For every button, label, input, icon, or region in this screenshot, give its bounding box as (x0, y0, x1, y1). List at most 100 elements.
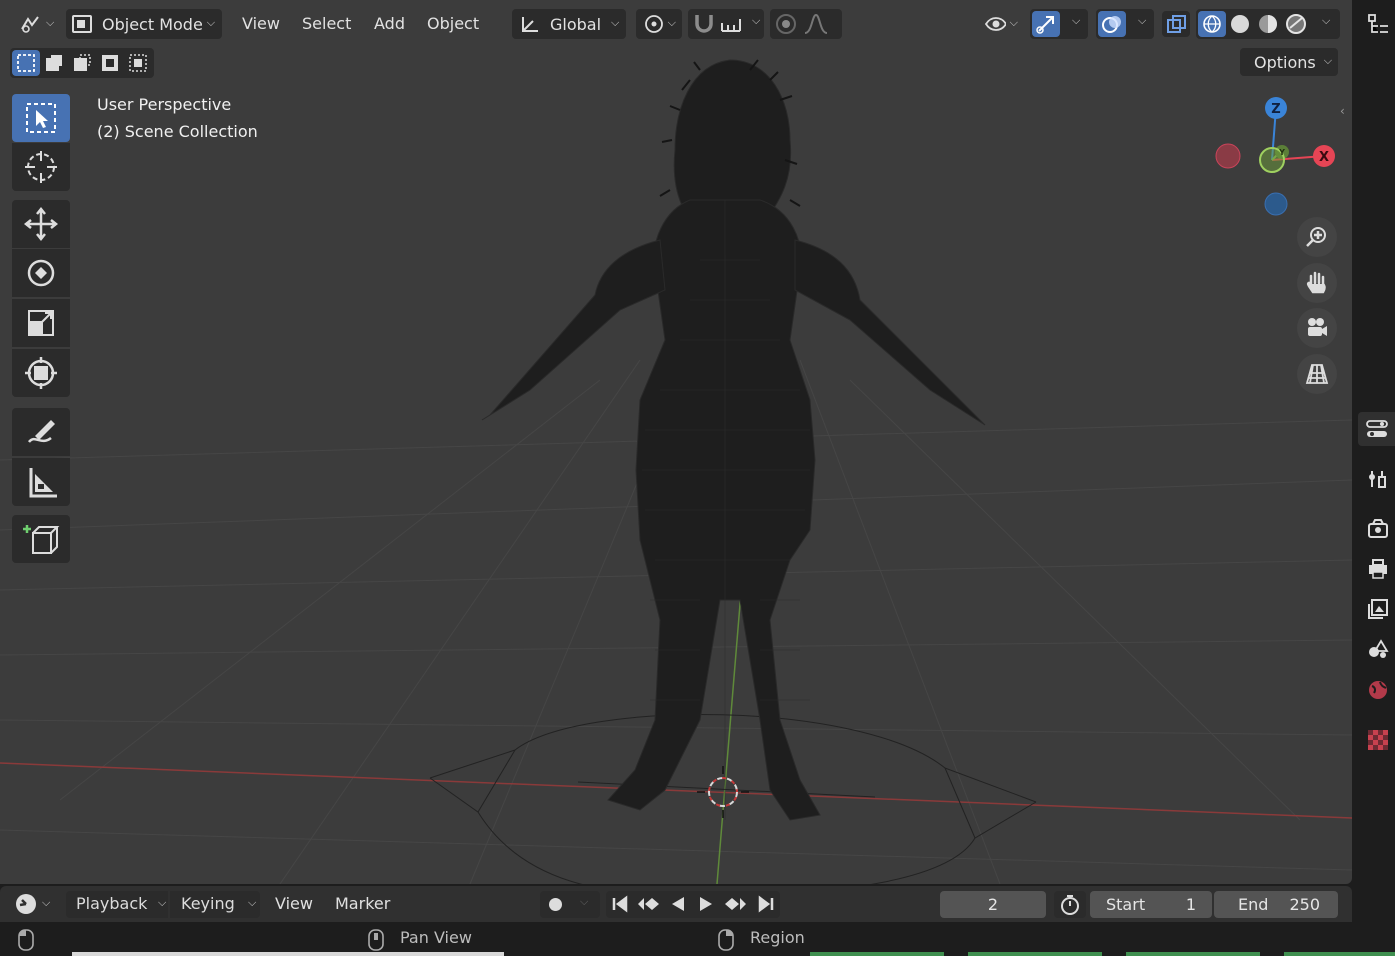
tool-properties-icon[interactable] (1364, 465, 1392, 493)
snap-increment-icon[interactable] (718, 11, 746, 37)
start-frame-field[interactable]: Start 1 (1090, 891, 1212, 918)
playback-label: Playback (76, 894, 148, 913)
render-properties-icon[interactable] (1364, 514, 1392, 542)
chevron-down-icon[interactable]: ⌵ (1138, 14, 1146, 28)
keying-menu[interactable]: Keying ⌵ (170, 891, 260, 918)
playback-menu[interactable]: Playback ⌵ (66, 891, 168, 918)
add-cube-icon (23, 525, 60, 554)
zoom-button[interactable] (1297, 217, 1337, 257)
pan-button[interactable] (1297, 263, 1337, 303)
menu-view[interactable]: View (242, 9, 280, 39)
shading-group: ⌵ (1196, 9, 1340, 39)
select-invert-icon[interactable] (96, 50, 124, 76)
tool-cursor[interactable] (12, 143, 70, 191)
record-icon[interactable] (549, 898, 562, 911)
jump-start-icon[interactable] (610, 894, 630, 914)
move-icon (23, 206, 59, 242)
material-shading-icon[interactable] (1254, 11, 1282, 37)
proportional-edit-group (770, 9, 842, 39)
view-layer-properties-icon[interactable] (1364, 595, 1392, 623)
select-extend-icon[interactable] (40, 50, 68, 76)
output-properties-icon[interactable] (1364, 555, 1392, 583)
tool-settings-tab[interactable] (1358, 412, 1395, 446)
orientation-label: Global (550, 14, 602, 34)
tool-rotate[interactable] (12, 249, 70, 297)
gizmo-toggle-icon[interactable] (1032, 11, 1060, 37)
select-new-icon[interactable] (12, 50, 40, 76)
proportional-edit-icon[interactable] (772, 11, 800, 37)
toggle-icon (1365, 420, 1388, 437)
pivot-point-button[interactable]: ⌵ (636, 9, 682, 39)
sidebar-toggle-icon[interactable]: ‹ (1340, 104, 1352, 122)
menu-object[interactable]: Object (427, 9, 479, 39)
rotate-icon (27, 259, 55, 287)
editor-type-button[interactable]: ⌵ (12, 9, 60, 39)
overlays-icon[interactable] (1098, 11, 1126, 37)
grid-perspective-icon (1305, 364, 1329, 384)
current-frame-field[interactable]: 2 (940, 891, 1046, 918)
end-frame-field[interactable]: End 250 (1214, 891, 1338, 918)
gizmo-x-label: X (1319, 150, 1329, 165)
tool-select-box[interactable] (12, 94, 70, 142)
camera-icon (1308, 318, 1327, 336)
options-button[interactable]: Options ⌵ (1240, 48, 1338, 76)
chevron-down-icon: ⌵ (248, 896, 257, 909)
gizmo-z-label: Z (1271, 102, 1280, 117)
chevron-down-icon[interactable]: ⌵ (580, 895, 588, 909)
jump-end-icon[interactable] (756, 894, 776, 914)
timeline-editor-type-button[interactable]: ⌵ (14, 891, 50, 917)
timeline-menu-marker[interactable]: Marker (335, 893, 390, 915)
tool-annotate[interactable] (12, 408, 70, 456)
collection-label: (2) Scene Collection (97, 122, 258, 141)
progress-strip (72, 952, 504, 956)
tool-add-cube[interactable] (12, 515, 70, 563)
menu-select[interactable]: Select (302, 9, 351, 39)
chevron-down-icon[interactable]: ⌵ (1072, 14, 1080, 28)
select-intersect-icon[interactable] (124, 50, 152, 76)
orientation-selector[interactable]: Global ⌵ (512, 9, 626, 39)
navigation-gizmo[interactable]: Z X Y (1200, 90, 1350, 220)
play-reverse-icon[interactable] (668, 894, 688, 914)
chevron-down-icon[interactable]: ⌵ (1322, 14, 1330, 28)
tool-transform[interactable] (12, 349, 70, 397)
tool-measure[interactable] (12, 458, 70, 506)
magnet-icon[interactable] (690, 11, 718, 37)
preview-range-toggle[interactable] (1054, 891, 1086, 918)
rendered-shading-icon[interactable] (1282, 11, 1310, 37)
hand-icon (1306, 271, 1326, 294)
wireframe-shading-icon[interactable] (1198, 11, 1226, 37)
start-value: 1 (1185, 895, 1196, 914)
status-bar: Pan View Region (0, 924, 1395, 956)
chevron-down-icon: ⌵ (206, 16, 216, 29)
visibility-button[interactable]: ⌵ (978, 9, 1024, 39)
overlay-toggle-group: ⌵ (1096, 9, 1154, 39)
measure-icon (29, 468, 57, 498)
chevron-down-icon[interactable]: ⌵ (752, 14, 760, 28)
solid-shading-icon[interactable] (1226, 11, 1254, 37)
gizmo-toggle-group: ⌵ (1030, 9, 1088, 39)
end-label: End (1238, 895, 1269, 914)
3d-viewport[interactable]: ⌵ Object Mode ⌵ View Select Add Object G… (0, 0, 1352, 884)
play-icon[interactable] (696, 894, 716, 914)
world-properties-icon[interactable] (1364, 676, 1392, 704)
tool-move[interactable] (12, 200, 70, 248)
perspective-toggle-button[interactable] (1297, 354, 1337, 394)
chevron-down-icon: ⌵ (158, 896, 167, 909)
scene-properties-icon[interactable] (1364, 635, 1392, 663)
tool-scale[interactable] (12, 299, 70, 347)
camera-view-button[interactable] (1297, 308, 1337, 348)
menu-add[interactable]: Add (374, 9, 405, 39)
falloff-curve-icon[interactable] (802, 11, 830, 37)
xray-toggle-icon[interactable] (1162, 11, 1190, 37)
jump-keyframe-back-icon[interactable] (636, 894, 662, 914)
annotate-icon (28, 420, 55, 443)
mode-selector[interactable]: Object Mode ⌵ (66, 9, 222, 39)
select-subtract-icon[interactable] (68, 50, 96, 76)
jump-keyframe-forward-icon[interactable] (722, 894, 748, 914)
outliner-icon[interactable] (1364, 10, 1392, 38)
texture-properties-icon[interactable] (1364, 726, 1392, 754)
view-name-label: User Perspective (97, 95, 232, 114)
status-strip (1284, 952, 1395, 956)
timeline-menu-view[interactable]: View (275, 893, 313, 915)
editor-type-icon (21, 16, 39, 33)
